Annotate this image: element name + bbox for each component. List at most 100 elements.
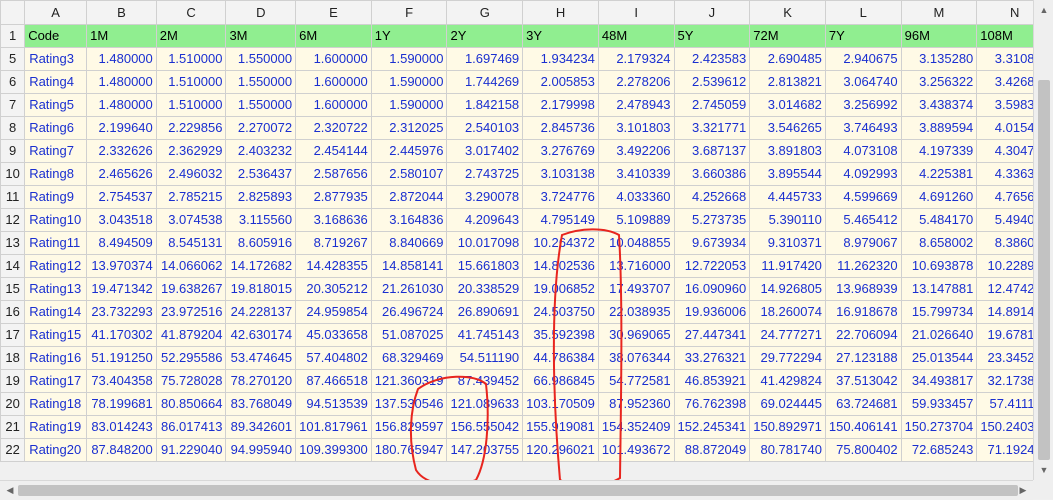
value-cell[interactable]: 76.762398 bbox=[673, 392, 751, 416]
rating-label-cell[interactable]: Rating13 bbox=[24, 277, 88, 301]
value-cell[interactable]: 3.135280 bbox=[900, 47, 978, 71]
value-cell[interactable]: 2.179324 bbox=[597, 47, 675, 71]
value-cell[interactable]: 156.829597 bbox=[370, 415, 448, 439]
value-cell[interactable]: 121.089633 bbox=[446, 392, 524, 416]
value-cell[interactable]: 14.802536 bbox=[522, 254, 599, 278]
value-cell[interactable]: 2.536437 bbox=[225, 162, 297, 186]
row-header[interactable]: 10 bbox=[0, 162, 26, 186]
rating-label-cell[interactable]: Rating12 bbox=[24, 254, 88, 278]
header-cell[interactable]: 2M bbox=[155, 24, 227, 48]
value-cell[interactable]: 52.295586 bbox=[155, 346, 227, 370]
value-cell[interactable]: 25.013544 bbox=[900, 346, 978, 370]
value-cell[interactable]: 2.825893 bbox=[225, 185, 297, 209]
value-cell[interactable]: 91.229040 bbox=[155, 438, 227, 462]
value-cell[interactable]: 8.719267 bbox=[295, 231, 372, 255]
value-cell[interactable]: 5.484170 bbox=[900, 208, 978, 232]
value-cell[interactable]: 5.465412 bbox=[824, 208, 902, 232]
value-cell[interactable]: 1.600000 bbox=[295, 47, 372, 71]
value-cell[interactable]: 150.406141 bbox=[824, 415, 902, 439]
value-cell[interactable]: 1.934234 bbox=[522, 47, 599, 71]
header-cell[interactable]: 7Y bbox=[824, 24, 902, 48]
value-cell[interactable]: 22.038935 bbox=[597, 300, 675, 324]
value-cell[interactable]: 2.465626 bbox=[86, 162, 157, 186]
row-header[interactable]: 16 bbox=[0, 300, 26, 324]
value-cell[interactable]: 41.879204 bbox=[155, 323, 227, 347]
value-cell[interactable]: 3.746493 bbox=[824, 116, 902, 140]
rating-label-cell[interactable]: Rating15 bbox=[24, 323, 88, 347]
value-cell[interactable]: 3.687137 bbox=[673, 139, 751, 163]
value-cell[interactable]: 51.087025 bbox=[370, 323, 448, 347]
value-cell[interactable]: 2.743725 bbox=[446, 162, 524, 186]
column-header-j[interactable]: J bbox=[673, 0, 751, 25]
rating-label-cell[interactable]: Rating8 bbox=[24, 162, 88, 186]
value-cell[interactable]: 16.918678 bbox=[824, 300, 902, 324]
value-cell[interactable]: 1.480000 bbox=[86, 47, 157, 71]
value-cell[interactable]: 88.872049 bbox=[673, 438, 751, 462]
rating-label-cell[interactable]: Rating6 bbox=[24, 116, 88, 140]
row-header[interactable]: 17 bbox=[0, 323, 26, 347]
vertical-scrollbar[interactable]: ▲ ▼ bbox=[1033, 0, 1053, 480]
value-cell[interactable]: 21.026640 bbox=[900, 323, 978, 347]
value-cell[interactable]: 24.777271 bbox=[749, 323, 826, 347]
row-header[interactable]: 11 bbox=[0, 185, 26, 209]
value-cell[interactable]: 24.503750 bbox=[522, 300, 599, 324]
value-cell[interactable]: 89.342601 bbox=[225, 415, 297, 439]
value-cell[interactable]: 14.926805 bbox=[749, 277, 826, 301]
value-cell[interactable]: 83.768049 bbox=[225, 392, 297, 416]
rating-label-cell[interactable]: Rating20 bbox=[24, 438, 88, 462]
value-cell[interactable]: 5.390110 bbox=[749, 208, 826, 232]
row-header[interactable]: 15 bbox=[0, 277, 26, 301]
value-cell[interactable]: 3.256992 bbox=[824, 93, 902, 117]
value-cell[interactable]: 4.092993 bbox=[824, 162, 902, 186]
value-cell[interactable]: 80.850664 bbox=[155, 392, 227, 416]
row-header[interactable]: 9 bbox=[0, 139, 26, 163]
value-cell[interactable]: 51.191250 bbox=[86, 346, 157, 370]
scroll-down-arrow-icon[interactable]: ▼ bbox=[1034, 462, 1053, 478]
value-cell[interactable]: 8.494509 bbox=[86, 231, 157, 255]
value-cell[interactable]: 19.936006 bbox=[673, 300, 751, 324]
scroll-right-arrow-icon[interactable]: ▶ bbox=[1015, 481, 1031, 500]
rating-label-cell[interactable]: Rating5 bbox=[24, 93, 88, 117]
value-cell[interactable]: 24.228137 bbox=[225, 300, 297, 324]
value-cell[interactable]: 3.017402 bbox=[446, 139, 524, 163]
value-cell[interactable]: 26.890691 bbox=[446, 300, 524, 324]
rating-label-cell[interactable]: Rating17 bbox=[24, 369, 88, 393]
value-cell[interactable]: 59.933457 bbox=[900, 392, 978, 416]
rating-label-cell[interactable]: Rating16 bbox=[24, 346, 88, 370]
row-header[interactable]: 18 bbox=[0, 346, 26, 370]
rating-label-cell[interactable]: Rating10 bbox=[24, 208, 88, 232]
value-cell[interactable]: 42.630174 bbox=[225, 323, 297, 347]
value-cell[interactable]: 156.555042 bbox=[446, 415, 524, 439]
value-cell[interactable]: 154.352409 bbox=[597, 415, 675, 439]
header-cell[interactable]: 1M bbox=[86, 24, 157, 48]
row-header[interactable]: 8 bbox=[0, 116, 26, 140]
value-cell[interactable]: 180.765947 bbox=[370, 438, 448, 462]
rating-label-cell[interactable]: Rating14 bbox=[24, 300, 88, 324]
value-cell[interactable]: 109.399300 bbox=[295, 438, 372, 462]
value-cell[interactable]: 19.471342 bbox=[86, 277, 157, 301]
column-header-h[interactable]: H bbox=[522, 0, 599, 25]
value-cell[interactable]: 1.697469 bbox=[446, 47, 524, 71]
value-cell[interactable]: 19.818015 bbox=[225, 277, 297, 301]
rating-label-cell[interactable]: Rating4 bbox=[24, 70, 88, 94]
rating-label-cell[interactable]: Rating9 bbox=[24, 185, 88, 209]
value-cell[interactable]: 4.225381 bbox=[900, 162, 978, 186]
value-cell[interactable]: 4.445733 bbox=[749, 185, 826, 209]
value-cell[interactable]: 2.454144 bbox=[295, 139, 372, 163]
value-cell[interactable]: 2.179998 bbox=[522, 93, 599, 117]
value-cell[interactable]: 3.660386 bbox=[673, 162, 751, 186]
header-cell[interactable]: 6M bbox=[295, 24, 372, 48]
value-cell[interactable]: 3.546265 bbox=[749, 116, 826, 140]
value-cell[interactable]: 78.199681 bbox=[86, 392, 157, 416]
value-cell[interactable]: 17.493707 bbox=[597, 277, 675, 301]
value-cell[interactable]: 8.605916 bbox=[225, 231, 297, 255]
value-cell[interactable]: 41.745143 bbox=[446, 323, 524, 347]
value-cell[interactable]: 2.423583 bbox=[673, 47, 751, 71]
value-cell[interactable]: 73.404358 bbox=[86, 369, 157, 393]
value-cell[interactable]: 26.496724 bbox=[370, 300, 448, 324]
value-cell[interactable]: 63.724681 bbox=[824, 392, 902, 416]
value-cell[interactable]: 53.474645 bbox=[225, 346, 297, 370]
value-cell[interactable]: 4.073108 bbox=[824, 139, 902, 163]
value-cell[interactable]: 10.017098 bbox=[446, 231, 524, 255]
header-cell[interactable]: 96M bbox=[900, 24, 978, 48]
